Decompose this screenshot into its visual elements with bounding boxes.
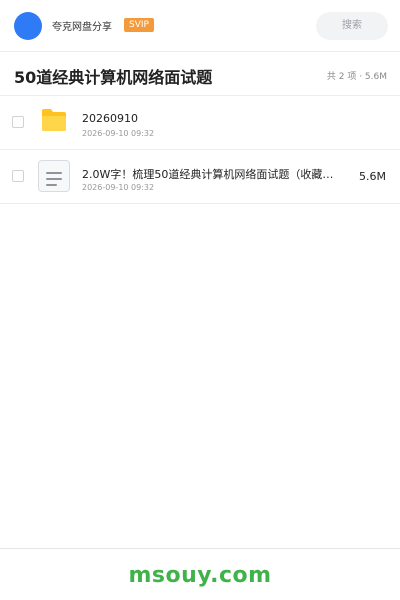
search-button[interactable]: 搜索 <box>316 12 388 40</box>
file-size: 5.6M <box>359 170 386 183</box>
select-checkbox[interactable] <box>12 116 24 128</box>
page-title: 50道经典计算机网络面试题 <box>14 68 213 87</box>
top-header: 夸克网盘分享 SVIP 搜索 <box>0 0 400 52</box>
file-date: 2026-09-10 09:32 <box>82 183 155 192</box>
file-name: 2.0W字！梳理50道经典计算机网络面试题（收藏版… <box>82 168 342 181</box>
svip-badge: SVIP <box>124 18 154 32</box>
file-name: 20260910 <box>82 112 138 125</box>
folder-title-bar: 50道经典计算机网络面试题 共 2 项 · 5.6M <box>0 52 400 96</box>
document-icon <box>38 160 70 192</box>
select-checkbox[interactable] <box>12 170 24 182</box>
footer-bar: msouy.com <box>0 548 400 600</box>
file-row-folder[interactable]: 20260910 2026-09-10 09:32 <box>0 96 400 150</box>
item-count-size: 共 2 项 · 5.6M <box>326 72 387 82</box>
file-date: 2026-09-10 09:32 <box>82 129 155 138</box>
file-row-document[interactable]: 2.0W字！梳理50道经典计算机网络面试题（收藏版… 2026-09-10 09… <box>0 150 400 204</box>
username[interactable]: 夸克网盘分享 <box>52 18 112 33</box>
site-watermark: msouy.com <box>128 563 272 588</box>
folder-icon <box>42 109 66 131</box>
avatar[interactable] <box>14 12 42 40</box>
